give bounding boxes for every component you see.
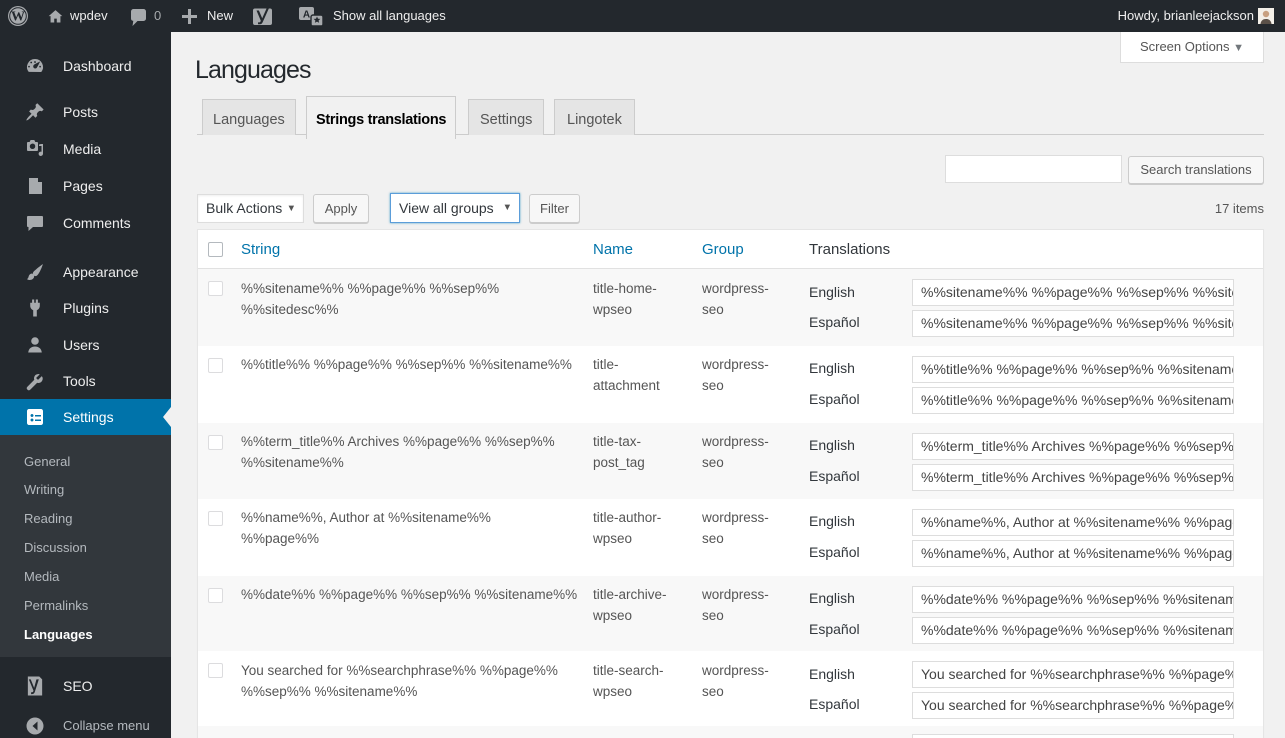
svg-text:W: W [11,10,25,25]
svg-text:A: A [303,10,310,21]
